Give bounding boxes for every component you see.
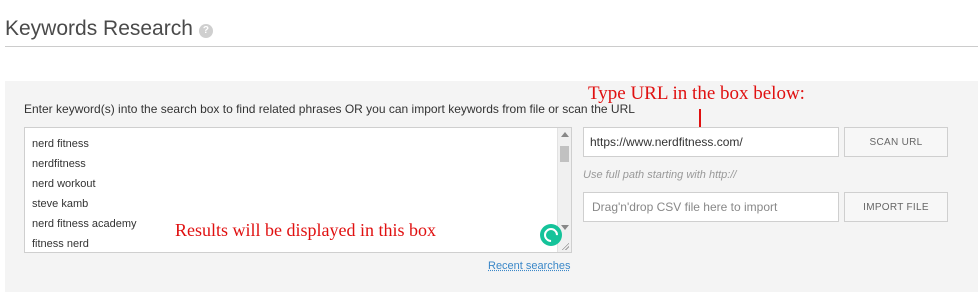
- keyword-panel: Enter keyword(s) into the search box to …: [5, 81, 978, 292]
- scan-url-button[interactable]: SCAN URL: [844, 127, 948, 157]
- scroll-up-arrow-icon[interactable]: [561, 132, 569, 137]
- recent-searches-link[interactable]: Recent searches: [488, 260, 571, 272]
- instructions-text: Enter keyword(s) into the search box to …: [24, 102, 635, 116]
- resize-grip-icon[interactable]: [561, 242, 569, 250]
- scroll-down-arrow-icon[interactable]: [561, 225, 569, 230]
- scroll-thumb[interactable]: [560, 146, 569, 162]
- url-input[interactable]: [583, 127, 839, 157]
- result-item: nerd fitness: [32, 138, 89, 150]
- import-file-button[interactable]: IMPORT FILE: [844, 192, 948, 222]
- result-item: nerd workout: [32, 178, 96, 190]
- csv-drop-field[interactable]: [583, 192, 839, 222]
- url-hint-text: Use full path starting with http://: [583, 169, 737, 181]
- page-header: Keywords Research ?: [5, 14, 213, 44]
- annotation-arrow-icon: [695, 109, 705, 135]
- result-item: nerdfitness: [32, 158, 86, 170]
- page-title: Keywords Research: [5, 17, 193, 40]
- results-annotation: Results will be displayed in this box: [175, 220, 436, 240]
- result-item: steve kamb: [32, 198, 89, 210]
- grammarly-icon[interactable]: [540, 224, 562, 246]
- url-annotation: Type URL in the box below:: [588, 83, 805, 104]
- help-icon[interactable]: ?: [198, 23, 213, 38]
- header-divider: [5, 46, 978, 47]
- results-textarea[interactable]: nerd fitness nerdfitness nerd workout st…: [24, 127, 572, 253]
